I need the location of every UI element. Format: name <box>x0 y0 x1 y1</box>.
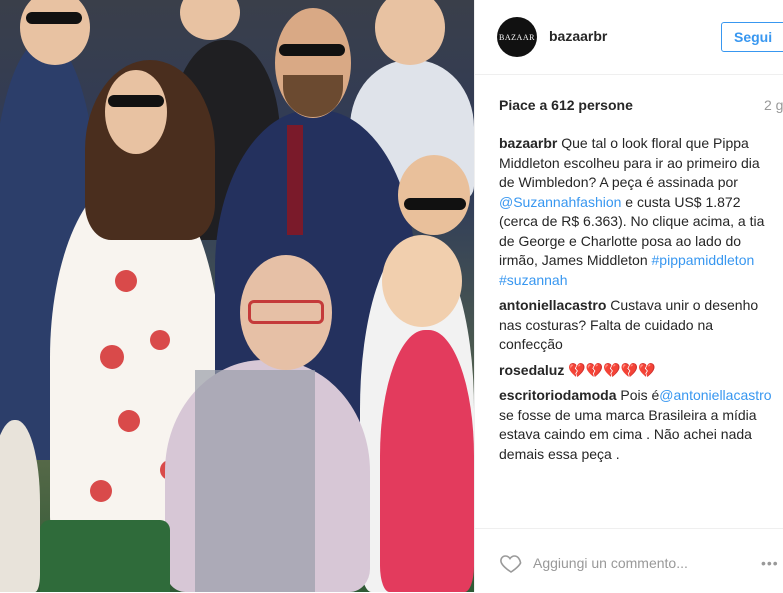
post-footer: Aggiungi un commento... ••• <box>475 528 783 593</box>
woman-pink-jacket <box>380 330 474 592</box>
dress-flower <box>150 330 170 350</box>
woman-far-right-head <box>398 155 470 235</box>
post-time[interactable]: 2 g <box>764 97 783 113</box>
woman-back-right-head <box>375 0 445 65</box>
hashtag-link[interactable]: #suzannah <box>499 272 568 288</box>
likes-count[interactable]: Piace a 612 persone <box>499 97 633 113</box>
post-sidebar: BAZAAR bazaarbr Segui Piace a 612 person… <box>474 0 783 592</box>
caption-username[interactable]: bazaarbr <box>499 135 557 151</box>
dress-flower <box>90 480 112 502</box>
more-options-icon[interactable]: ••• <box>761 555 779 571</box>
comment-item: rosedaluz 💔💔💔💔💔 <box>499 361 779 381</box>
green-seat <box>40 520 170 592</box>
dress-flower <box>115 270 137 292</box>
caption: bazaarbr Que tal o look floral que Pippa… <box>499 134 779 290</box>
comment-text-2: se fosse de uma marca Brasileira a mídia… <box>499 406 757 462</box>
woman-blonde-head <box>382 235 462 327</box>
pippa-head <box>105 70 167 154</box>
comment-text-1: Pois é <box>620 387 660 403</box>
james-beard <box>283 75 343 117</box>
post-photo[interactable] <box>0 0 474 592</box>
comment-username[interactable]: rosedaluz <box>499 362 564 378</box>
comment-item: escritoriodamoda Pois é@antoniellacastro… <box>499 386 779 464</box>
add-comment-input[interactable]: Aggiungi un commento... <box>533 555 688 571</box>
comment-text: 💔💔💔💔💔 <box>568 361 656 378</box>
comments-list: bazaarbr Que tal o look floral que Pippa… <box>499 134 779 470</box>
dress-flower <box>118 410 140 432</box>
patterned-scarf <box>195 370 315 592</box>
woman-far-right-glasses <box>404 198 466 210</box>
dress-flower <box>100 345 124 369</box>
james-sunglasses <box>279 44 345 56</box>
red-glasses <box>248 300 324 324</box>
comment-username[interactable]: escritoriodamoda <box>499 387 616 403</box>
comment-username[interactable]: antoniellacastro <box>499 297 606 313</box>
hashtag-link[interactable]: #pippamiddleton <box>652 252 755 268</box>
profile-avatar[interactable]: BAZAAR <box>497 17 537 57</box>
follow-button[interactable]: Segui <box>721 22 783 52</box>
post-header: BAZAAR bazaarbr Segui <box>475 0 783 75</box>
james-tie <box>287 125 303 235</box>
comment-mention[interactable]: @antoniellacastro <box>659 387 771 403</box>
profile-username[interactable]: bazaarbr <box>549 28 607 44</box>
comment-item: antoniellacastro Custava unir o desenho … <box>499 296 779 355</box>
spectator-left-head <box>20 0 90 65</box>
pippa-sunglasses <box>108 95 164 107</box>
man-back-left-head <box>180 0 240 40</box>
spectator-left-glasses <box>26 12 82 24</box>
heart-icon[interactable] <box>499 551 523 575</box>
caption-mention[interactable]: @Suzannahfashion <box>499 194 621 210</box>
